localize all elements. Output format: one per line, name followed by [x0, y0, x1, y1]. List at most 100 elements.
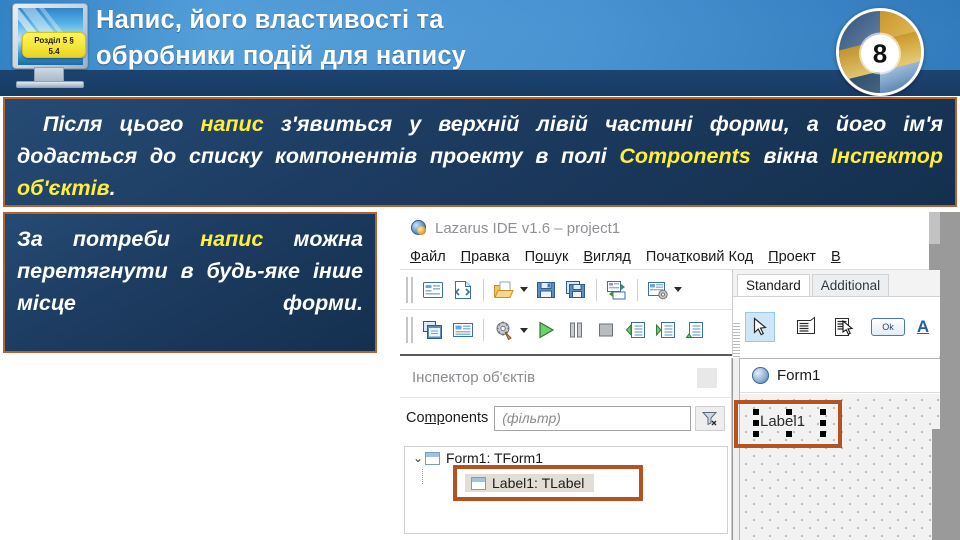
tree-selected-chip: Label1: TLabel — [465, 474, 595, 492]
design-form-caption: Form1 — [740, 359, 941, 393]
tree-selection-highlight: Label1: TLabel — [453, 465, 643, 501]
toolbar-separator — [483, 278, 484, 301]
resize-handle[interactable] — [786, 431, 792, 437]
tmainmenu-icon[interactable] — [829, 312, 859, 342]
tbutton-ok-label: Ok — [871, 317, 905, 336]
view-forms-icon[interactable] — [418, 315, 448, 345]
view-dropdown-caret-icon[interactable] — [674, 287, 682, 292]
window-scrollbar[interactable] — [929, 212, 940, 244]
tbutton-icon[interactable]: Ok — [869, 312, 907, 342]
ide-title-text: Lazarus IDE v1.6 – project1 — [435, 219, 621, 237]
step-out-icon[interactable] — [681, 315, 711, 345]
resize-handle[interactable] — [753, 409, 759, 415]
callout-left-text-1: За потреби — [17, 227, 201, 251]
resize-handle[interactable] — [786, 409, 792, 415]
palette-tab-strip: Standard Additional — [733, 270, 940, 296]
tlabel-a-glyph: A — [916, 316, 930, 336]
build-icon[interactable] — [489, 315, 519, 345]
form-icon — [425, 451, 440, 465]
ide-title-bar: Lazarus IDE v1.6 – project1 — [400, 212, 940, 244]
menu-scrollbar[interactable] — [929, 244, 940, 270]
callout-left-highlight-1: напис — [200, 227, 264, 251]
menu-item-search[interactable]: Пошук — [525, 249, 569, 265]
cursor-overlay-icon — [842, 319, 854, 335]
toggle-form-unit-icon[interactable] — [602, 275, 632, 305]
ide-right-gutter — [940, 212, 960, 540]
toolbar-grip[interactable] — [406, 276, 413, 303]
toolbar-separator — [637, 278, 638, 301]
resize-handle[interactable] — [820, 420, 826, 426]
callout-top: Після цього напис з'явиться у верхній лі… — [3, 97, 957, 207]
chapter-badge: 8 — [836, 8, 924, 96]
tree-connector-line — [422, 469, 423, 485]
menu-item-source[interactable]: Початковий Код — [646, 249, 753, 265]
stop-icon[interactable] — [591, 315, 621, 345]
new-unit-icon[interactable] — [418, 275, 448, 305]
callout-left-text-4: форми. — [282, 291, 363, 315]
components-filter-input[interactable]: (фільтр) — [494, 405, 691, 431]
palette-tab-additional[interactable]: Additional — [811, 274, 890, 296]
callout-top-text-2: з'явиться у верхній лівій частині — [263, 112, 693, 136]
callout-top-text-1: Після цього — [43, 112, 201, 136]
menu-item-run-truncated[interactable]: В — [831, 249, 841, 265]
callout-left: За потреби напис можна перетягнути в буд… — [3, 212, 377, 353]
minimize-button[interactable] — [697, 368, 717, 388]
component-tree: ⌄ Form1: TForm1 Label1: TLabel — [404, 446, 728, 534]
tree-row-label1[interactable]: Label1: TLabel — [461, 473, 635, 493]
resize-handle[interactable] — [753, 420, 759, 426]
callout-top-highlight-1: напис — [200, 112, 264, 136]
tree-label-label1: Label1: TLabel — [492, 475, 585, 491]
run-icon[interactable] — [531, 315, 561, 345]
palette-tab-standard[interactable]: Standard — [737, 274, 810, 296]
build-dropdown-caret-icon[interactable] — [520, 327, 528, 333]
design-canvas[interactable]: Label1 — [734, 394, 941, 540]
open-dropdown-caret-icon[interactable] — [520, 287, 528, 292]
pause-icon[interactable] — [561, 315, 591, 345]
tree-label-form1: Form1: TForm1 — [446, 450, 543, 466]
menu-item-edit[interactable]: Правка — [461, 249, 510, 265]
resize-handle[interactable] — [753, 431, 759, 437]
open-file-icon[interactable] — [489, 275, 519, 305]
toolbar-separator — [596, 278, 597, 301]
monitor-logo: Розділ 5 § 5.4 — [4, 1, 96, 93]
save-all-icon[interactable] — [561, 275, 591, 305]
form-window-icon — [752, 367, 769, 384]
save-icon[interactable] — [531, 275, 561, 305]
callout-top-text-5: вікна — [750, 144, 831, 168]
component-palette: Standard Additional Ok A — [732, 270, 941, 383]
page-title: Напис, його властивості та обробники под… — [96, 6, 467, 70]
resize-handle[interactable] — [820, 431, 826, 437]
components-filter-row: Components (фільтр) — [400, 398, 731, 438]
design-label1-component[interactable]: Label1 — [753, 409, 826, 437]
step-over-icon[interactable] — [651, 315, 681, 345]
design-form-title: Form1 — [777, 367, 821, 384]
view-unit-info-icon[interactable] — [448, 315, 478, 345]
menu-item-view[interactable]: Вигляд — [583, 249, 631, 265]
view-units-icon[interactable] — [643, 275, 673, 305]
object-inspector-title-text: Інспектор об'єктів — [412, 369, 536, 386]
step-into-icon[interactable] — [621, 315, 651, 345]
lazarus-ide-screenshot: Lazarus IDE v1.6 – project1 Файл Правка … — [400, 212, 960, 540]
menu-item-file[interactable]: Файл — [410, 249, 446, 265]
slide: Напис, його властивості та обробники под… — [0, 0, 960, 540]
object-inspector-title: Інспектор об'єктів — [400, 358, 731, 398]
resize-handle[interactable] — [820, 409, 826, 415]
lazarus-app-icon — [410, 219, 428, 237]
label-component-icon — [471, 476, 486, 490]
selection-arrow-tool-icon[interactable] — [745, 311, 775, 342]
tlabel-icon[interactable]: A — [913, 312, 933, 342]
design-label1-text: Label1 — [760, 413, 806, 430]
section-tag: Розділ 5 § 5.4 — [22, 32, 86, 58]
new-form-icon[interactable] — [448, 275, 478, 305]
toolbar-grip[interactable] — [406, 317, 413, 343]
chevron-down-icon[interactable]: ⌄ — [411, 451, 425, 465]
tframe-icon[interactable] — [791, 312, 821, 342]
ide-menu-bar: Файл Правка Пошук Вигляд Початковий Код … — [400, 244, 940, 270]
clear-filter-icon[interactable] — [695, 405, 725, 431]
form-designer-panel: Form1 Label1 — [732, 358, 941, 540]
menu-item-project[interactable]: Проект — [768, 249, 816, 265]
palette-item-row: Ok A — [733, 296, 941, 383]
callout-top-text-6: . — [109, 176, 116, 200]
badge-number: 8 — [861, 34, 899, 73]
components-label: Components — [406, 410, 489, 426]
